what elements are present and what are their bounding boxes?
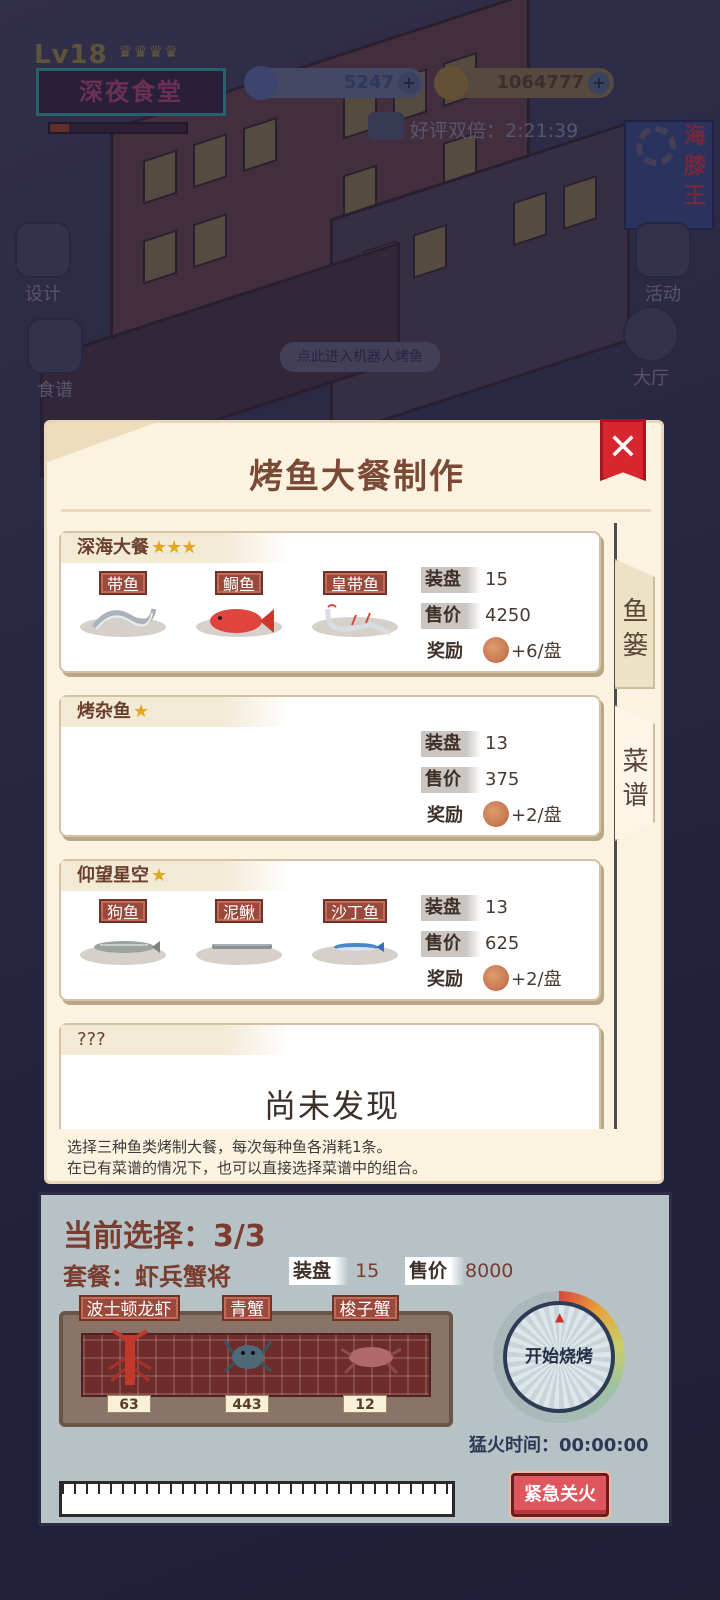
recipe-list[interactable]: 深海大餐 ★★★ 带鱼 鲷鱼 皇带鱼 装盘 15 售价 4250 奖励 +6/盘… [55, 523, 617, 1129]
star-icons: ★★★ [151, 537, 197, 558]
star-icons: ★ [151, 865, 167, 886]
ingredient-slot[interactable]: 青蟹 443 [189, 1295, 305, 1413]
ingredient-name: 波士顿龙虾 [78, 1295, 180, 1321]
ingredient-count: 12 [343, 1395, 387, 1413]
recipe-card[interactable]: 仰望星空 ★ 狗鱼 泥鳅 沙丁鱼 装盘 13 售价 625 奖励 +2/盘 [59, 859, 601, 1001]
selection-count: 当前选择：3/3 [63, 1219, 266, 1254]
fish-slot: 带鱼 [73, 571, 173, 637]
title-divider [61, 509, 651, 512]
recipe-header: 仰望星空 ★ [61, 861, 291, 891]
loach-icon [212, 944, 272, 949]
combo-name: 套餐：虾兵蟹将 [63, 1263, 231, 1291]
fire-timer: 猛火时间：00:00:00 [469, 1435, 649, 1456]
plate [196, 609, 282, 637]
ingredient-name: 青蟹 [222, 1295, 272, 1321]
recipe-card-locked[interactable]: ??? 尚未发现 [59, 1023, 601, 1129]
sardine-icon [334, 942, 384, 952]
plates-stat: 装盘 15 [289, 1257, 379, 1285]
star-icons: ★ [133, 701, 149, 722]
price-stat: 售价 4250 [421, 603, 531, 629]
emergency-off-button[interactable]: 紧急关火 [511, 1473, 609, 1517]
copper-coin-icon [483, 637, 509, 663]
recipe-card[interactable]: 深海大餐 ★★★ 带鱼 鲷鱼 皇带鱼 装盘 15 售价 4250 奖励 +6/盘 [59, 531, 601, 673]
recipe-header: 深海大餐 ★★★ [61, 533, 291, 563]
reward-stat: 奖励 +2/盘 [421, 801, 562, 829]
fish-name-tag: 带鱼 [98, 571, 147, 595]
plate [80, 941, 166, 965]
grill-fish-dialog: 烤鱼大餐制作 ✕ 深海大餐 ★★★ 带鱼 鲷鱼 皇带鱼 装盘 15 售价 425… [44, 419, 664, 1184]
fish-name-tag: 沙丁鱼 [322, 899, 387, 923]
recipe-name: 仰望星空 [77, 865, 149, 886]
fish-name-tag: 泥鳅 [214, 899, 263, 923]
price-stat: 售价 375 [421, 767, 519, 793]
fish-slot: 泥鳅 [189, 899, 289, 965]
dial-pointer-icon: ▲ [555, 1310, 565, 1324]
ingredient-name: 梭子蟹 [331, 1295, 399, 1321]
fish-slot: 沙丁鱼 [305, 899, 405, 965]
instruction-text: 选择三种鱼类烤制大餐，每次每种鱼各消耗1条。 在已有菜谱的情况下，也可以直接选择… [67, 1138, 428, 1177]
pike-icon [94, 941, 160, 953]
oarfish-icon [325, 604, 392, 636]
recipe-header: ??? [61, 1025, 291, 1055]
close-icon: ✕ [607, 427, 639, 468]
recipe-header: 烤杂鱼 ★ [61, 697, 291, 727]
ribbonfish-icon [91, 608, 156, 630]
heat-dial[interactable]: ▲ 开始烧烤 [493, 1291, 625, 1423]
plate [312, 604, 398, 637]
start-grill-button[interactable]: ▲ 开始烧烤 [503, 1301, 615, 1413]
copper-coin-icon [483, 801, 509, 827]
price-stat: 售价 8000 [405, 1257, 513, 1285]
fish-slot: 狗鱼 [73, 899, 173, 965]
grill-tray: 波士顿龙虾 63 青蟹 443 梭子蟹 12 [59, 1295, 453, 1427]
recipe-card[interactable]: 烤杂鱼 ★ 装盘 13 售价 375 奖励 +2/盘 [59, 695, 601, 837]
reward-stat: 奖励 +2/盘 [421, 965, 562, 993]
lobster-icon [108, 1329, 152, 1385]
plate [196, 944, 282, 965]
green-crab-icon [223, 1340, 273, 1373]
reward-stat: 奖励 +6/盘 [421, 637, 562, 665]
ingredient-slot[interactable]: 梭子蟹 12 [307, 1295, 423, 1413]
price-stat: 售价 625 [421, 931, 519, 957]
heat-ruler [59, 1481, 455, 1517]
ingredient-slot[interactable]: 波士顿龙虾 63 [71, 1295, 187, 1413]
close-button[interactable]: ✕ [600, 419, 646, 481]
tab-recipes[interactable]: 菜谱 [615, 705, 655, 841]
plate [80, 608, 166, 637]
tab-fish-basket[interactable]: 鱼篓 [615, 559, 655, 689]
ingredient-count: 443 [225, 1395, 269, 1413]
fish-name-tag: 狗鱼 [98, 899, 147, 923]
recipe-name: 烤杂鱼 [77, 701, 131, 722]
fish-slot: 皇带鱼 [305, 571, 405, 637]
copper-coin-icon [483, 965, 509, 991]
start-grill-label: 开始烧烤 [525, 1347, 593, 1367]
plates-stat: 装盘 13 [421, 731, 508, 757]
grill-panel: 当前选择：3/3 套餐：虾兵蟹将 装盘 15 售价 8000 波士顿龙虾 63 青… [38, 1192, 672, 1526]
dialog-title: 烤鱼大餐制作 [249, 457, 465, 497]
plates-stat: 装盘 15 [421, 567, 508, 593]
sea-bream-icon [210, 609, 274, 633]
swimming-crab-icon [341, 1347, 401, 1375]
fish-name-tag: 皇带鱼 [322, 571, 387, 595]
recipe-name: ??? [77, 1029, 106, 1050]
fish-name-tag: 鲷鱼 [214, 571, 263, 595]
undiscovered-text: 尚未发现 [263, 1087, 400, 1125]
plate [312, 942, 398, 965]
fish-slot: 鲷鱼 [189, 571, 289, 637]
plates-stat: 装盘 13 [421, 895, 508, 921]
ingredient-count: 63 [107, 1395, 151, 1413]
recipe-name: 深海大餐 [77, 537, 149, 558]
